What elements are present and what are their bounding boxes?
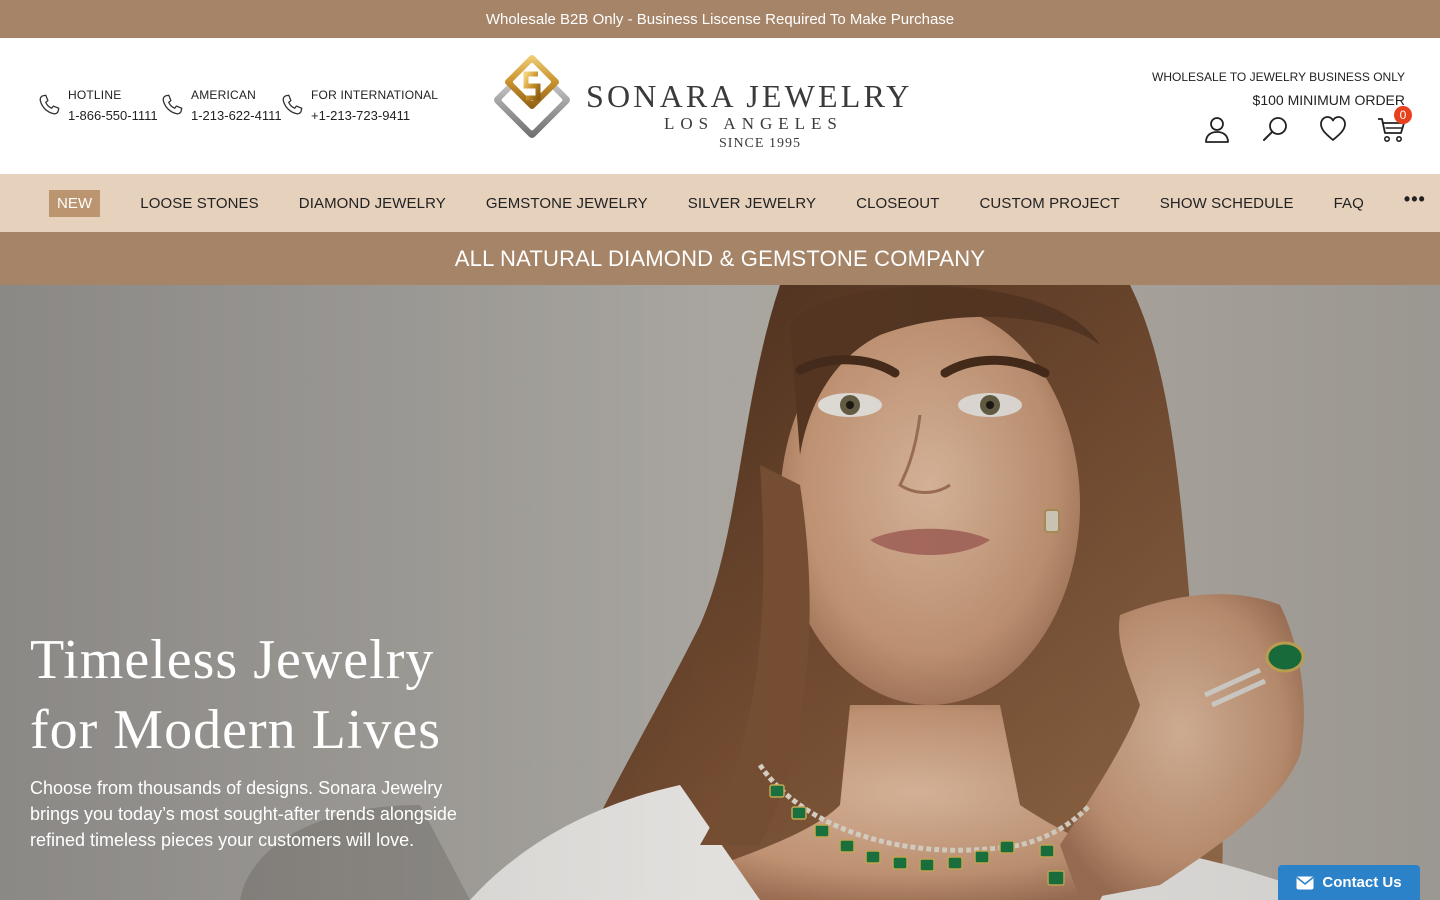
phone-icon [39,94,60,115]
contact-number[interactable]: 1-866-550-1111 [68,108,158,123]
more-menu-icon[interactable]: ••• [1404,189,1426,210]
contact-label: FOR INTERNATIONAL [311,88,439,102]
nav-item-closeout[interactable]: CLOSEOUT [856,195,939,212]
envelope-icon [1296,876,1314,889]
main-nav: NEW LOOSE STONES DIAMOND JEWELRY GEMSTON… [0,174,1440,232]
phone-icon [282,94,303,115]
contact-international[interactable]: FOR INTERNATIONAL +1-213-723-9411 [279,88,438,123]
hero-banner: Timeless Jewelry for Modern Lives Choose… [0,285,1440,900]
contact-american[interactable]: AMERICAN 1-213-622-4111 [159,88,282,123]
account-icon[interactable] [1202,114,1232,144]
contact-hotline[interactable]: HOTLINE 1-866-550-1111 [36,88,158,123]
cart-count-badge: 0 [1394,106,1412,124]
nav-item-gemstone-jewelry[interactable]: GEMSTONE JEWELRY [486,195,648,212]
contact-us-label: Contact Us [1322,874,1402,891]
minimum-order-note: $100 MINIMUM ORDER [1252,92,1405,108]
announcement-text: Wholesale B2B Only - Business Liscense R… [485,10,955,28]
contact-label: HOTLINE [68,88,122,102]
hero-title-line-2: for Modern Lives [30,699,442,761]
hero-description: Choose from thousands of designs. Sonara… [30,778,457,850]
tagline-banner: ALL NATURAL DIAMOND & GEMSTONE COMPANY [0,232,1440,285]
contact-number[interactable]: 1-213-622-4111 [191,108,282,123]
wholesale-note: WHOLESALE TO JEWELRY BUSINESS ONLY [1152,70,1405,84]
nav-item-diamond-jewelry[interactable]: DIAMOND JEWELRY [299,195,446,212]
hero-title: Timeless Jewelry for Modern Lives [30,625,441,765]
logo-brand: SONARA JEWELRY [586,78,913,114]
nav-item-loose-stones[interactable]: LOOSE STONES [140,195,258,212]
tagline-text: ALL NATURAL DIAMOND & GEMSTONE COMPANY [454,245,986,271]
hero-title-line-1: Timeless Jewelry [30,629,435,691]
search-icon[interactable] [1260,114,1290,144]
contact-label: AMERICAN [191,88,256,102]
nav-item-show-schedule[interactable]: SHOW SCHEDULE [1160,195,1294,212]
nav-item-new[interactable]: NEW [49,189,101,217]
nav-item-faq[interactable]: FAQ [1334,195,1364,212]
logo-emblem-icon [494,54,570,138]
phone-icon [162,94,183,115]
header-icons: 0 [1202,106,1412,144]
nav-item-custom-project[interactable]: CUSTOM PROJECT [979,195,1119,212]
cart-icon[interactable]: 0 [1376,106,1412,144]
contact-number[interactable]: +1-213-723-9411 [311,108,438,123]
logo-since: SINCE 1995 [719,136,801,151]
heart-icon[interactable] [1318,114,1348,144]
contact-us-widget[interactable]: Contact Us [1278,865,1420,900]
nav-item-silver-jewelry[interactable]: SILVER JEWELRY [688,195,816,212]
logo-city: LOS ANGELES [664,114,843,133]
header-notes: WHOLESALE TO JEWELRY BUSINESS ONLY $100 … [1152,70,1405,108]
announcement-bar: Wholesale B2B Only - Business Liscense R… [0,0,1440,38]
site-logo[interactable]: SONARA JEWELRY LOS ANGELES SINCE 1995 [486,54,956,154]
site-header: HOTLINE 1-866-550-1111 AMERICAN 1-213-62… [0,38,1440,174]
